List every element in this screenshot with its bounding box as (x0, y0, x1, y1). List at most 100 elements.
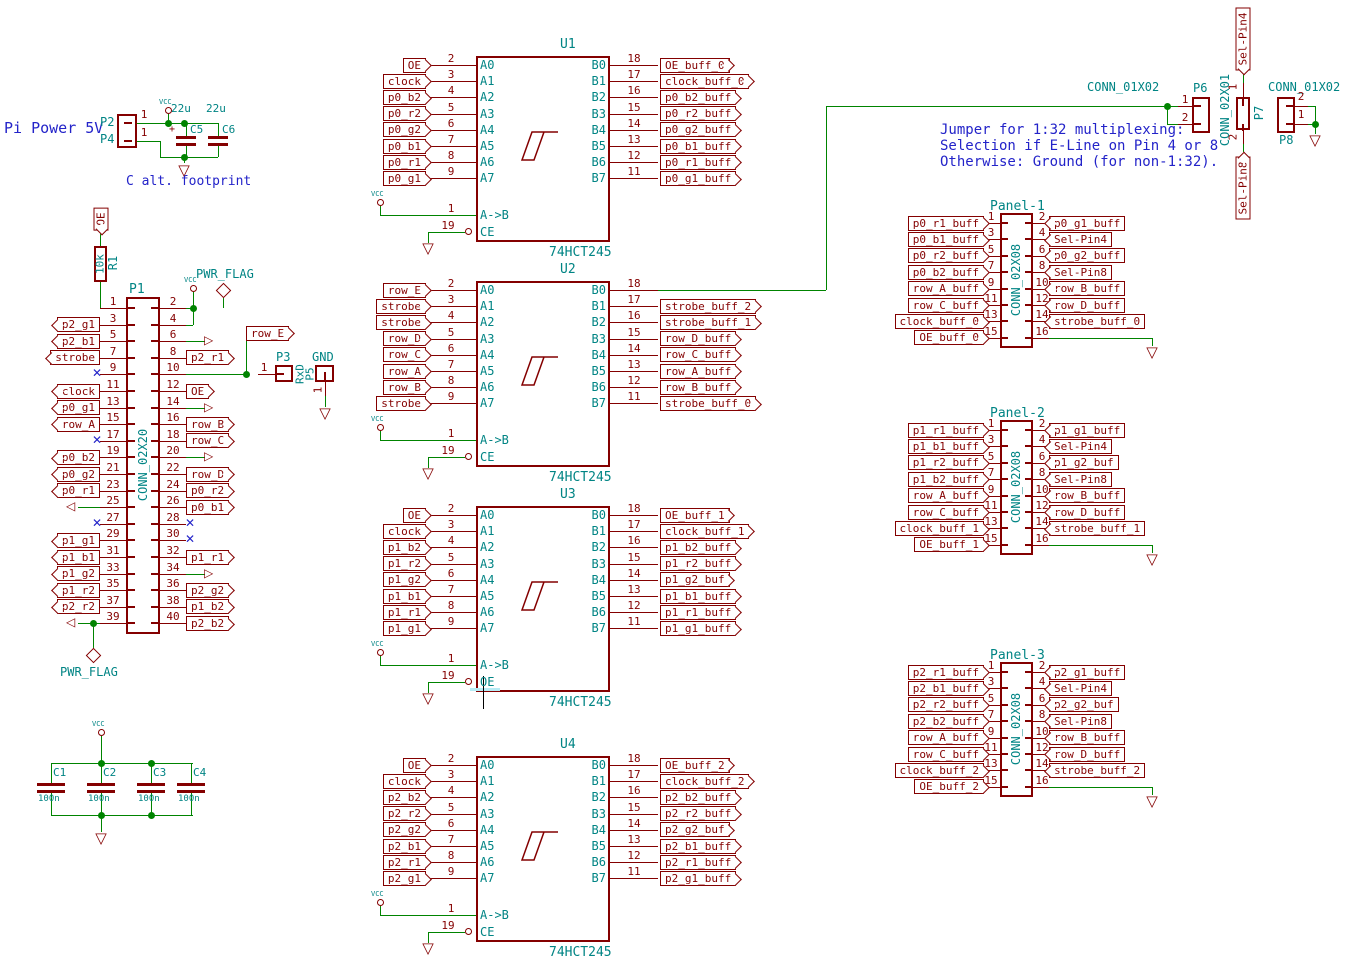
net-label-Sel-Pin4[interactable]: Sel-Pin4 (1049, 439, 1112, 454)
net-label-p2_r1_buff[interactable]: p2_r1_buff (908, 665, 984, 680)
net-label-p2_r1[interactable]: p2_r1 (186, 350, 229, 365)
vcc-symbol[interactable] (377, 649, 384, 656)
net-label-p2_b2[interactable]: p2_b2 (383, 790, 426, 805)
vcc-symbol[interactable] (98, 729, 105, 736)
net-label-p0_g2_buff[interactable]: p0_g2_buff (1049, 248, 1125, 263)
net-label-p2_r1[interactable]: p2_r1 (383, 855, 426, 870)
net-label-row_E[interactable]: row_E (246, 326, 289, 341)
net-label-p2_b1_buff[interactable]: p2_b1_buff (660, 839, 736, 854)
net-label-p1_g2[interactable]: p1_g2 (57, 566, 100, 581)
net-label-Sel-Pin8[interactable]: Sel-Pin8 (1236, 157, 1251, 220)
vcc-symbol[interactable] (377, 199, 384, 206)
net-label-p2_g1[interactable]: p2_g1 (57, 317, 100, 332)
net-label-Sel-Pin4[interactable]: Sel-Pin4 (1236, 8, 1251, 71)
net-label-p2_g1_buff[interactable]: p2_g1_buff (1049, 665, 1125, 680)
net-label-row_C_buff[interactable]: row_C_buff (908, 747, 984, 762)
net-label-p0_g1_buff[interactable]: p0_g1_buff (660, 171, 736, 186)
net-label-p1_b1_buff[interactable]: p1_b1_buff (660, 589, 736, 604)
net-label-p1_b1_buff[interactable]: p1_b1_buff (908, 439, 984, 454)
net-label-p2_r2[interactable]: p2_r2 (57, 599, 100, 614)
net-label-row_A[interactable]: row_A (57, 417, 100, 432)
net-label-clock[interactable]: clock (383, 74, 426, 89)
net-label-strobe[interactable]: strobe (376, 315, 426, 330)
net-label-OE_buff_1[interactable]: OE_buff_1 (660, 508, 730, 523)
net-label-row_B[interactable]: row_B (383, 380, 426, 395)
net-label-OE_buff_0[interactable]: OE_buff_0 (914, 330, 984, 345)
net-label-clock[interactable]: clock (57, 384, 100, 399)
net-label-p1_r1_buff[interactable]: p1_r1_buff (908, 423, 984, 438)
net-label-p1_r2[interactable]: p1_r2 (383, 556, 426, 571)
net-label-p1_r1[interactable]: p1_r1 (186, 550, 229, 565)
net-label-p1_g1[interactable]: p1_g1 (57, 533, 100, 548)
net-label-OE_buff_1[interactable]: OE_buff_1 (914, 537, 984, 552)
net-label-strobe_buff_2[interactable]: strobe_buff_2 (660, 299, 756, 314)
net-label-strobe[interactable]: strobe (376, 299, 426, 314)
net-label-OE[interactable]: OE (403, 58, 426, 73)
net-label-p1_g1_buff[interactable]: p1_g1_buff (660, 621, 736, 636)
vcc-symbol[interactable] (190, 285, 197, 292)
net-label-row_C_buff[interactable]: row_C_buff (660, 347, 736, 362)
net-label-p2_r2_buff[interactable]: p2_r2_buff (908, 697, 984, 712)
net-label-p1_b1[interactable]: p1_b1 (57, 550, 100, 565)
connector-P2P4[interactable] (117, 114, 137, 148)
net-label-p1_g2[interactable]: p1_g2 (383, 572, 426, 587)
net-label-p1_b2_buff[interactable]: p1_b2_buff (660, 540, 736, 555)
net-label-row_D_buff[interactable]: row_D_buff (1049, 747, 1125, 762)
net-label-p2_r1_buff[interactable]: p2_r1_buff (660, 855, 736, 870)
net-label-p1_r2_buff[interactable]: p1_r2_buff (908, 455, 984, 470)
net-label-row_B_buff[interactable]: row_B_buff (1049, 730, 1125, 745)
net-label-p2_b2_buff[interactable]: p2_b2_buff (908, 714, 984, 729)
net-label-strobe_buff_1[interactable]: strobe_buff_1 (660, 315, 756, 330)
net-label-OE_buff_2[interactable]: OE_buff_2 (914, 779, 984, 794)
net-label-p2_g1_buff[interactable]: p2_g1_buff (660, 871, 736, 886)
net-label-p0_g2_buff[interactable]: p0_g2_buff (660, 122, 736, 137)
net-label-p2_b2_buff[interactable]: p2_b2_buff (660, 790, 736, 805)
net-label-row_B_buff[interactable]: row_B_buff (660, 380, 736, 395)
pwr-flag-symbol[interactable] (85, 647, 101, 663)
net-label-p0_r1_buff[interactable]: p0_r1_buff (908, 216, 984, 231)
net-label-p0_r1[interactable]: p0_r1 (383, 155, 426, 170)
net-label-p0_b1_buff[interactable]: p0_b1_buff (660, 139, 736, 154)
net-label-row_A[interactable]: row_A (383, 364, 426, 379)
net-label-row_A_buff[interactable]: row_A_buff (660, 364, 736, 379)
net-label-Sel-Pin8[interactable]: Sel-Pin8 (1049, 714, 1112, 729)
net-label-row_C[interactable]: row_C (186, 433, 229, 448)
net-label-row_A_buff[interactable]: row_A_buff (908, 730, 984, 745)
net-label-row_C_buff[interactable]: row_C_buff (908, 505, 984, 520)
net-label-Sel-Pin8[interactable]: Sel-Pin8 (1049, 265, 1112, 280)
net-label-clock_buff_2[interactable]: clock_buff_2 (895, 763, 984, 778)
net-label-row_D[interactable]: row_D (186, 467, 229, 482)
net-label-OE[interactable]: OE (403, 758, 426, 773)
net-label-p0_b1[interactable]: p0_b1 (186, 500, 229, 515)
net-label-strobe_buff_2[interactable]: strobe_buff_2 (1049, 763, 1145, 778)
vcc-symbol[interactable] (377, 424, 384, 431)
net-label-p1_g2_buf[interactable]: p1_g2_buf (1049, 455, 1119, 470)
net-label-clock[interactable]: clock (383, 524, 426, 539)
net-label-OE[interactable]: OE (186, 384, 209, 399)
net-label-p1_r2[interactable]: p1_r2 (57, 583, 100, 598)
net-label-p2_b1_buff[interactable]: p2_b1_buff (908, 681, 984, 696)
net-label-p1_r1_buff[interactable]: p1_r1_buff (660, 605, 736, 620)
net-label-row_C[interactable]: row_C (383, 347, 426, 362)
vcc-symbol[interactable] (377, 899, 384, 906)
net-label-p0_b1[interactable]: p0_b1 (383, 139, 426, 154)
net-label-p0_b2_buff[interactable]: p0_b2_buff (660, 90, 736, 105)
net-label-p0_g1[interactable]: p0_g1 (383, 171, 426, 186)
net-label-p2_g2[interactable]: p2_g2 (186, 583, 229, 598)
net-label-row_D[interactable]: row_D (383, 331, 426, 346)
net-label-strobe_buff_0[interactable]: strobe_buff_0 (660, 396, 756, 411)
net-label-p0_b2_buff[interactable]: p0_b2_buff (908, 265, 984, 280)
net-label-OE_buff_2[interactable]: OE_buff_2 (660, 758, 730, 773)
net-label-strobe[interactable]: strobe (376, 396, 426, 411)
connector-P6[interactable] (1192, 97, 1210, 133)
net-label-p0_b2[interactable]: p0_b2 (383, 90, 426, 105)
net-label-row_D_buff[interactable]: row_D_buff (1049, 505, 1125, 520)
net-label-p1_b2_buff[interactable]: p1_b2_buff (908, 472, 984, 487)
net-label-OE_buff_0[interactable]: OE_buff_0 (660, 58, 730, 73)
net-label-OE[interactable]: OE (94, 207, 109, 230)
net-label-p2_g1[interactable]: p2_g1 (383, 871, 426, 886)
net-label-clock[interactable]: clock (383, 774, 426, 789)
net-label-p1_b2[interactable]: p1_b2 (383, 540, 426, 555)
net-label-strobe[interactable]: strobe (50, 350, 100, 365)
net-label-p1_b1[interactable]: p1_b1 (383, 589, 426, 604)
